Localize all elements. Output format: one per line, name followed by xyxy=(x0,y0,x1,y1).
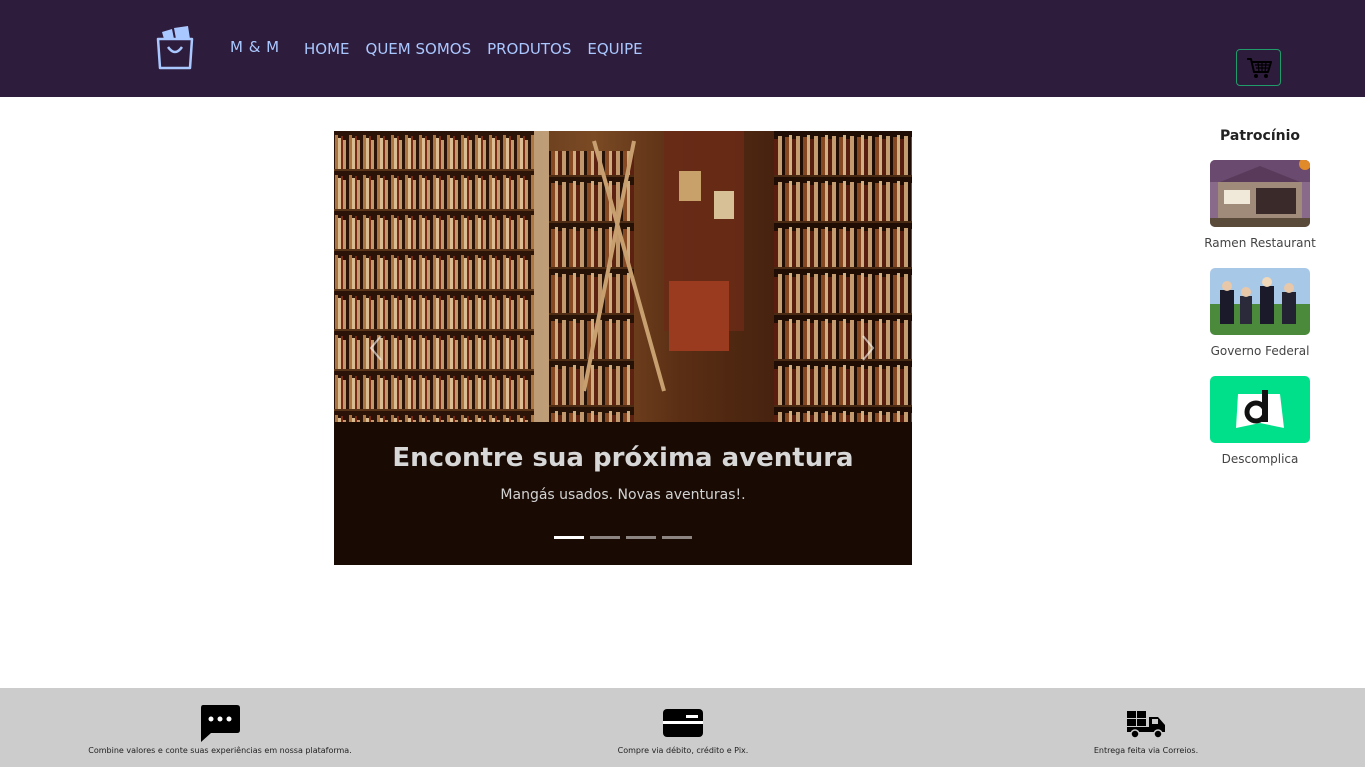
hero-carousel[interactable]: Encontre sua próxima aventura Mangás usa… xyxy=(334,131,912,565)
nav-home[interactable]: HOME xyxy=(304,40,350,58)
chevron-left-icon xyxy=(369,335,382,361)
nav-equipe[interactable]: EQUIPE xyxy=(587,40,642,58)
descomplica-logo xyxy=(1210,376,1310,443)
carousel-prev-button[interactable] xyxy=(364,331,388,365)
feature-payment: Compre via débito, crédito e Pix. xyxy=(583,702,783,755)
brand-name[interactable]: M & M xyxy=(230,38,280,56)
delivery-truck-icon xyxy=(1127,711,1165,739)
nav-produtos[interactable]: PRODUTOS xyxy=(487,40,571,58)
feature-delivery: Entrega feita via Correios. xyxy=(1066,702,1226,755)
carousel-title: Encontre sua próxima aventura xyxy=(392,443,854,473)
sponsor-name: Descomplica xyxy=(1221,452,1299,466)
sponsors-heading: Patrocínio xyxy=(1219,128,1301,144)
shopping-cart-icon xyxy=(1246,57,1272,78)
feature-text: Compre via débito, crédito e Pix. xyxy=(617,746,749,755)
ramen-restaurant-image xyxy=(1210,160,1310,227)
chevron-right-icon xyxy=(862,335,875,361)
feature-negotiate: Combine valores e conte suas experiência… xyxy=(70,702,370,755)
sponsor-governo-federal[interactable]: Governo Federal xyxy=(1195,268,1325,358)
sponsor-descomplica[interactable]: Descomplica xyxy=(1195,376,1325,466)
indicator-1[interactable] xyxy=(554,536,584,539)
indicator-3[interactable] xyxy=(626,536,656,539)
site-header: M & M HOME QUEM SOMOS PRODUTOS EQUIPE xyxy=(0,0,1365,97)
shopping-bag-icon[interactable] xyxy=(154,25,196,71)
main-nav: HOME QUEM SOMOS PRODUTOS EQUIPE xyxy=(304,40,643,58)
sponsor-name: Governo Federal xyxy=(1210,344,1310,358)
carousel-indicators xyxy=(554,536,692,539)
sponsor-ramen-restaurant[interactable]: Ramen Restaurant xyxy=(1195,160,1325,250)
carousel-next-button[interactable] xyxy=(856,331,880,365)
carousel-subtitle: Mangás usados. Novas aventuras!. xyxy=(500,487,746,503)
nav-quem-somos[interactable]: QUEM SOMOS xyxy=(366,40,472,58)
credit-card-icon xyxy=(663,709,703,737)
sponsor-name: Ramen Restaurant xyxy=(1204,236,1316,250)
chat-bubble-icon xyxy=(201,705,240,742)
cart-button[interactable] xyxy=(1236,49,1281,86)
governo-federal-image xyxy=(1210,268,1310,335)
indicator-4[interactable] xyxy=(662,536,692,539)
feature-text: Entrega feita via Correios. xyxy=(1093,746,1199,755)
site-footer: Combine valores e conte suas experiência… xyxy=(0,688,1365,767)
feature-text: Combine valores e conte suas experiência… xyxy=(88,746,352,755)
indicator-2[interactable] xyxy=(590,536,620,539)
sponsors-panel: Patrocínio Ramen Restaurant Governo Fede… xyxy=(1195,128,1325,484)
